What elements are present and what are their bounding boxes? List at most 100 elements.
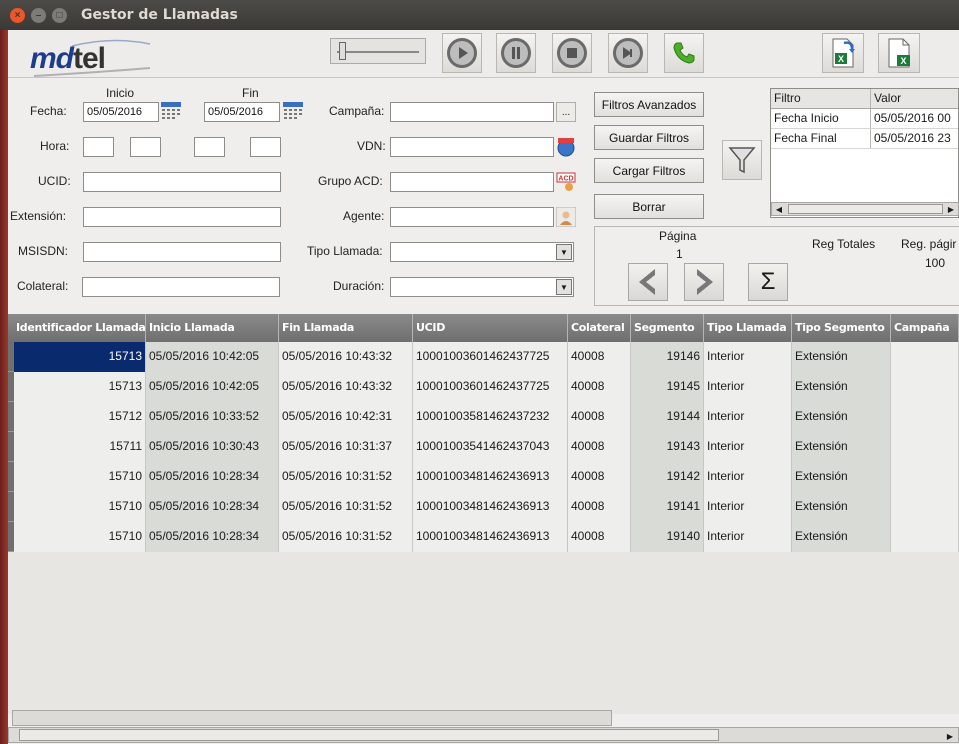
pause-button[interactable]: [496, 33, 536, 73]
ucid-input[interactable]: [83, 172, 281, 192]
filtros-avanzados-button[interactable]: Filtros Avanzados: [594, 92, 704, 117]
cell-fin[interactable]: 05/05/2016 10:31:37: [279, 432, 413, 462]
col-header-colateral[interactable]: Colateral: [568, 314, 631, 342]
cell-identificador[interactable]: 15710: [14, 462, 146, 492]
sum-button[interactable]: Σ: [748, 263, 788, 301]
record-button[interactable]: [608, 33, 648, 73]
cell-ucid[interactable]: 10001003541462437043: [413, 432, 568, 462]
fecha-inicio-input[interactable]: 05/05/2016: [83, 102, 159, 122]
cell-identificador[interactable]: 15710: [14, 522, 146, 552]
cell-tipo-llamada[interactable]: Interior: [704, 432, 792, 462]
colateral-input[interactable]: [82, 277, 280, 297]
calendar-icon[interactable]: [282, 101, 304, 121]
cell-ucid[interactable]: 10001003481462436913: [413, 492, 568, 522]
agente-input[interactable]: [390, 207, 554, 227]
play-button[interactable]: [442, 33, 482, 73]
cell-campana[interactable]: [891, 492, 959, 522]
slider-thumb[interactable]: [339, 42, 346, 60]
cell-colateral[interactable]: 40008: [568, 492, 631, 522]
col-header-ucid[interactable]: UCID: [413, 314, 568, 342]
cell-fin[interactable]: 05/05/2016 10:31:52: [279, 462, 413, 492]
hora-inicio-mm-input[interactable]: [130, 137, 161, 157]
cell-fin[interactable]: 05/05/2016 10:43:32: [279, 342, 413, 372]
next-page-button[interactable]: [684, 263, 724, 301]
cell-campana[interactable]: [891, 432, 959, 462]
cell-fin[interactable]: 05/05/2016 10:42:31: [279, 402, 413, 432]
cell-tipo-segmento[interactable]: Extensión: [792, 432, 891, 462]
cell-campana[interactable]: [891, 462, 959, 492]
cell-colateral[interactable]: 40008: [568, 402, 631, 432]
scroll-right-icon[interactable]: ▶: [944, 730, 956, 742]
guardar-filtros-button[interactable]: Guardar Filtros: [594, 125, 704, 150]
cell-segmento[interactable]: 19143: [631, 432, 704, 462]
cell-identificador[interactable]: 15713: [14, 342, 146, 372]
cell-fin[interactable]: 05/05/2016 10:31:52: [279, 522, 413, 552]
chevron-down-icon[interactable]: ▼: [556, 244, 572, 260]
campana-input[interactable]: [390, 102, 554, 122]
grid-inner-scrollbar[interactable]: [12, 710, 612, 726]
col-header-segmento[interactable]: Segmento: [631, 314, 704, 342]
cell-colateral[interactable]: 40008: [568, 372, 631, 402]
stop-button[interactable]: [552, 33, 592, 73]
export-excel-button[interactable]: X: [822, 33, 864, 73]
cell-tipo-llamada[interactable]: Interior: [704, 492, 792, 522]
filter-row[interactable]: Fecha Inicio 05/05/2016 00: [771, 109, 958, 129]
cell-tipo-segmento[interactable]: Extensión: [792, 462, 891, 492]
col-header-campana[interactable]: Campaña: [891, 314, 959, 342]
cell-segmento[interactable]: 19144: [631, 402, 704, 432]
hora-fin-mm-input[interactable]: [250, 137, 281, 157]
cell-campana[interactable]: [891, 342, 959, 372]
cell-segmento[interactable]: 19142: [631, 462, 704, 492]
scroll-right-icon[interactable]: ▶: [945, 203, 957, 215]
vdn-input[interactable]: [390, 137, 554, 157]
tipo-llamada-select[interactable]: ▼: [390, 242, 574, 262]
cargar-filtros-button[interactable]: Cargar Filtros: [594, 158, 704, 183]
cell-colateral[interactable]: 40008: [568, 522, 631, 552]
cell-inicio[interactable]: 05/05/2016 10:28:34: [146, 462, 279, 492]
cell-campana[interactable]: [891, 372, 959, 402]
cell-tipo-segmento[interactable]: Extensión: [792, 402, 891, 432]
table-row[interactable]: 15710 05/05/2016 10:28:34 05/05/2016 10:31…: [14, 492, 959, 522]
cell-segmento[interactable]: 19146: [631, 342, 704, 372]
cell-fin[interactable]: 05/05/2016 10:31:52: [279, 492, 413, 522]
cell-ucid[interactable]: 10001003481462436913: [413, 522, 568, 552]
table-row[interactable]: 15713 05/05/2016 10:42:05 05/05/2016 10:43…: [14, 372, 959, 402]
cell-ucid[interactable]: 10001003601462437725: [413, 342, 568, 372]
scroll-left-icon[interactable]: ◀: [773, 203, 785, 215]
cell-tipo-segmento[interactable]: Extensión: [792, 492, 891, 522]
agent-icon[interactable]: [556, 207, 576, 227]
cell-tipo-llamada[interactable]: Interior: [704, 522, 792, 552]
col-header-fin[interactable]: Fin Llamada: [279, 314, 413, 342]
cell-tipo-segmento[interactable]: Extensión: [792, 372, 891, 402]
cell-inicio[interactable]: 05/05/2016 10:28:34: [146, 492, 279, 522]
cell-tipo-llamada[interactable]: Interior: [704, 342, 792, 372]
cell-identificador[interactable]: 15713: [14, 372, 146, 402]
vdn-icon[interactable]: [556, 137, 576, 157]
table-row[interactable]: 15712 05/05/2016 10:33:52 05/05/2016 10:42…: [14, 402, 959, 432]
acd-icon[interactable]: ACD: [556, 172, 576, 192]
cell-campana[interactable]: [891, 402, 959, 432]
filter-table-scrollbar[interactable]: ◀ ▶: [771, 202, 959, 216]
table-row[interactable]: 15710 05/05/2016 10:28:34 05/05/2016 10:31…: [14, 462, 959, 492]
prev-page-button[interactable]: [628, 263, 668, 301]
cell-tipo-llamada[interactable]: Interior: [704, 402, 792, 432]
cell-campana[interactable]: [891, 522, 959, 552]
cell-inicio[interactable]: 05/05/2016 10:28:34: [146, 522, 279, 552]
campana-browse-button[interactable]: ...: [556, 102, 576, 122]
cell-tipo-llamada[interactable]: Interior: [704, 462, 792, 492]
cell-inicio[interactable]: 05/05/2016 10:33:52: [146, 402, 279, 432]
filter-row[interactable]: Fecha Final 05/05/2016 23: [771, 129, 958, 149]
table-row[interactable]: 15711 05/05/2016 10:30:43 05/05/2016 10:31…: [14, 432, 959, 462]
cell-inicio[interactable]: 05/05/2016 10:30:43: [146, 432, 279, 462]
cell-tipo-llamada[interactable]: Interior: [704, 372, 792, 402]
cell-inicio[interactable]: 05/05/2016 10:42:05: [146, 372, 279, 402]
table-row[interactable]: 15713 05/05/2016 10:42:05 05/05/2016 10:43…: [14, 342, 959, 372]
chevron-down-icon[interactable]: ▼: [556, 279, 572, 295]
call-button[interactable]: [664, 33, 704, 73]
minimize-icon[interactable]: –: [31, 7, 46, 23]
cell-fin[interactable]: 05/05/2016 10:43:32: [279, 372, 413, 402]
cell-segmento[interactable]: 19145: [631, 372, 704, 402]
table-row[interactable]: 15710 05/05/2016 10:28:34 05/05/2016 10:31…: [14, 522, 959, 552]
apply-filter-button[interactable]: [722, 140, 762, 180]
cell-ucid[interactable]: 10001003601462437725: [413, 372, 568, 402]
